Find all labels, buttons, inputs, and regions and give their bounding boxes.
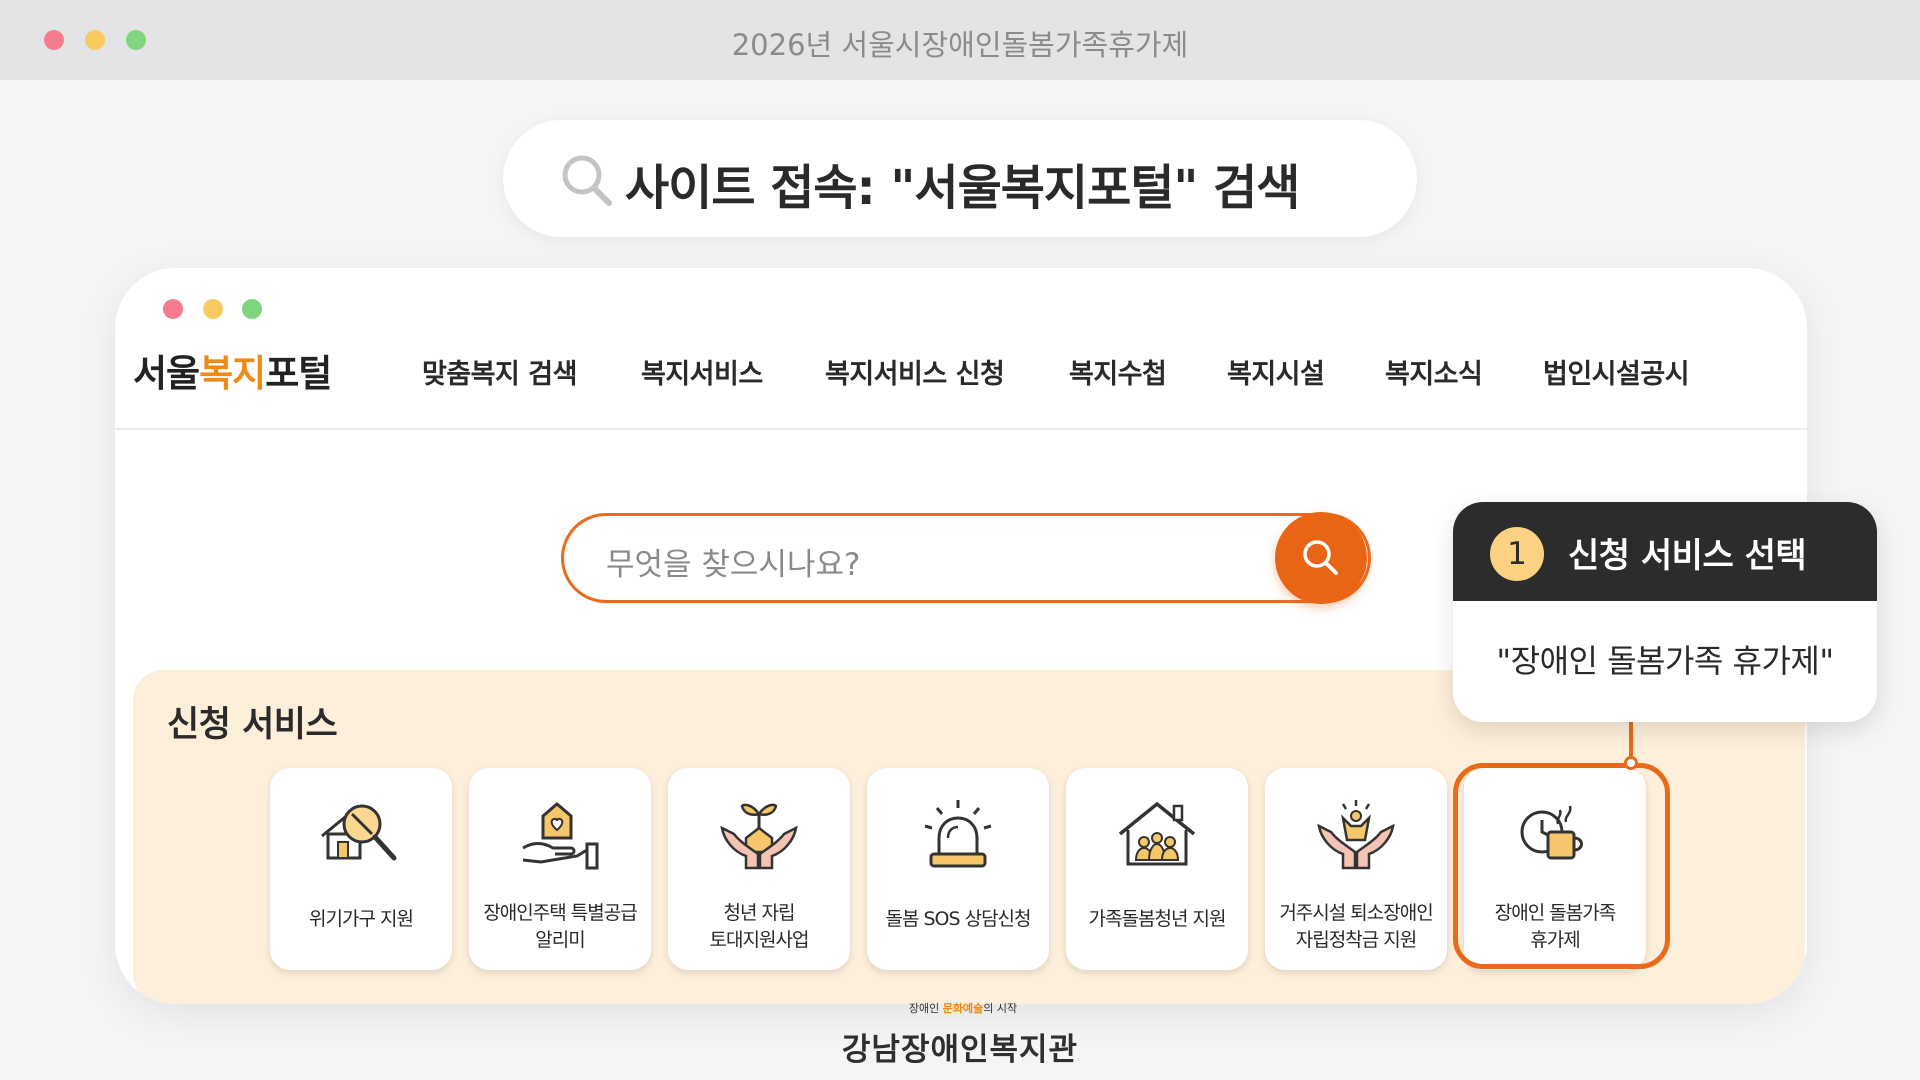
callout-title: 신청 서비스 선택 (1568, 536, 1807, 576)
portal-logo[interactable]: 서울복지포털 (133, 343, 332, 397)
service-tile-disability-housing[interactable]: 장애인주택 특별공급 알리미 (469, 768, 651, 970)
service-tile-youth-independence[interactable]: 청년 자립 토대지원사업 (668, 768, 850, 970)
step-caption-pill: 사이트 접속: "서울복지포털" 검색 (503, 120, 1417, 237)
nav-corporate-facility-disclosure[interactable]: 법인시설공시 (1543, 352, 1690, 391)
search-button[interactable] (1275, 512, 1367, 604)
window-title: 2026년 서울시장애인돌봄가족휴가제 (731, 28, 1189, 62)
person-hands-icon (1317, 800, 1395, 870)
organization-tagline: 장애인 문화예술의 시작 (898, 1000, 1028, 1016)
family-house-icon (1118, 801, 1196, 866)
tile-label: 돌봄 SOS 상담신청 (885, 908, 1031, 930)
nav-welfare-handbook[interactable]: 복지수첩 (1069, 352, 1167, 391)
nav-welfare-services[interactable]: 복지서비스 (641, 352, 763, 391)
logo-text-welfare: 복지 (199, 352, 266, 395)
tile-label: 거주시설 퇴소장애인 자립정착금 지원 (1279, 902, 1433, 951)
panel-title: 신청 서비스 (167, 705, 338, 745)
logo-text-portal: 포털 (265, 352, 332, 395)
tagline-part: 문화 (942, 1002, 963, 1015)
header-divider (115, 428, 1807, 430)
callout-connector-dot (1624, 756, 1638, 770)
tagline-part: 의 시작 (983, 1002, 1018, 1015)
house-magnifier-icon (321, 804, 397, 861)
portal-search-input[interactable]: 무엇을 찾으시나요? (561, 513, 1371, 603)
nav-welfare-facilities[interactable]: 복지시설 (1227, 352, 1325, 391)
minimize-window-dot (203, 299, 223, 319)
selected-service-highlight (1453, 763, 1670, 969)
sprout-hands-icon (720, 803, 798, 870)
search-icon (558, 151, 618, 211)
tile-label: 가족돌봄청년 지원 (1088, 908, 1227, 930)
step-caption-text: 사이트 접속: "서울복지포털" 검색 (625, 160, 1300, 216)
siren-icon (924, 800, 992, 868)
service-tile-family-care-youth[interactable]: 가족돌봄청년 지원 (1066, 768, 1248, 970)
nav-custom-welfare-search[interactable]: 맞춤복지 검색 (422, 352, 577, 391)
logo-text-seoul: 서울 (133, 352, 200, 395)
search-placeholder: 무엇을 찾으시나요? (606, 547, 861, 583)
window-titlebar: 2026년 서울시장애인돌봄가족휴가제 (0, 0, 1920, 80)
service-tile-crisis-household[interactable]: 위기가구 지원 (270, 768, 452, 970)
tile-label: 장애인주택 특별공급 알리미 (483, 902, 637, 951)
step-number-badge: 1 (1490, 527, 1544, 581)
tile-label: 위기가구 지원 (309, 908, 414, 930)
callout-body: "장애인 돌봄가족 휴가제" (1496, 642, 1834, 680)
nav-welfare-service-apply[interactable]: 복지서비스 신청 (825, 352, 1005, 391)
search-icon (1303, 540, 1338, 575)
callout-header: 1 신청 서비스 선택 (1453, 502, 1877, 601)
tagline-part: 예술 (963, 1002, 984, 1015)
maximize-window-dot (242, 299, 262, 319)
nav-welfare-news[interactable]: 복지소식 (1385, 352, 1483, 391)
tile-label: 청년 자립 토대지원사업 (709, 902, 810, 951)
service-tile-residential-discharge[interactable]: 거주시설 퇴소장애인 자립정착금 지원 (1265, 768, 1447, 970)
tagline-part: 장애인 (908, 1002, 940, 1015)
service-tile-care-sos[interactable]: 돌봄 SOS 상담신청 (867, 768, 1049, 970)
organization-name: 강남장애인복지관 (841, 1032, 1079, 1068)
house-hand-icon (522, 802, 599, 870)
step-callout: 1 신청 서비스 선택 "장애인 돌봄가족 휴가제" (1453, 502, 1877, 722)
close-window-dot (163, 299, 183, 319)
